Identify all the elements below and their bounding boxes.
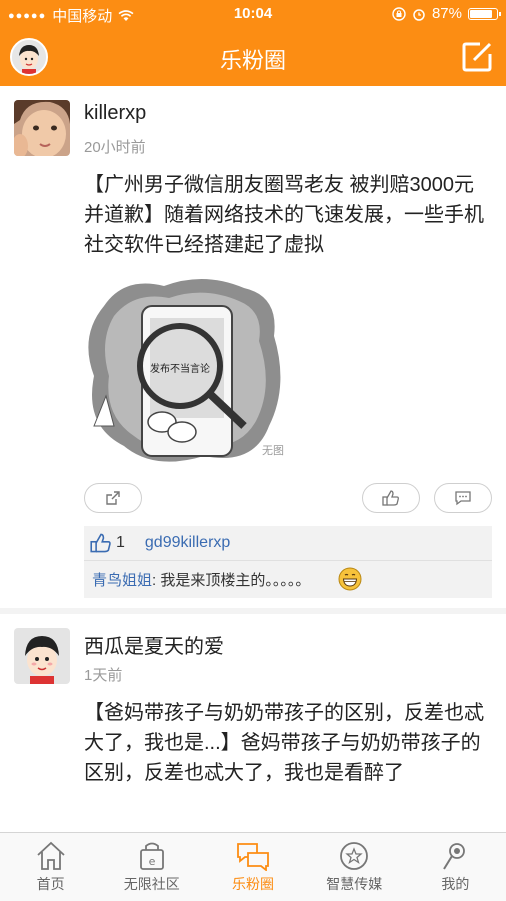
like-button[interactable] (362, 483, 420, 513)
community-icon: e (139, 842, 164, 870)
alarm-icon (413, 8, 425, 21)
profile-icon (443, 843, 466, 870)
star-circle-icon (340, 842, 369, 870)
home-icon (36, 841, 65, 870)
image-watermark: 无图 (262, 444, 284, 457)
tab-label: 乐粉圈 (232, 876, 274, 892)
comment-icon (455, 491, 471, 506)
status-bar: ●●●●● 中国移动 10:04 87% (0, 0, 506, 28)
post-timestamp: 1天前 (84, 667, 123, 684)
feed-post: killerxp 20小时前 【广州男子微信朋友圈骂老友 被判赔3000元并道歉… (0, 86, 506, 608)
compose-icon[interactable] (460, 40, 494, 74)
post-image[interactable]: 发布不当言论 无图 (84, 276, 284, 466)
post-timestamp: 20小时前 (84, 139, 146, 156)
comment-text: : 我是来顶楼主的。。。。。 (152, 571, 311, 589)
share-button[interactable] (84, 483, 142, 513)
thumbs-up-icon (382, 490, 399, 506)
tab-home[interactable]: 首页 (0, 833, 101, 901)
post-content[interactable]: 【爸妈带孩子与奶奶带孩子的区别，反差也忒大了，我也是...】爸妈带孩子与奶奶带孩… (84, 698, 494, 788)
nav-bar: 乐粉圈 (0, 28, 506, 86)
likes-row: 1 gd99killerxp (84, 526, 492, 561)
cartoon-avatar-icon (14, 628, 70, 684)
tab-label: 我的 (441, 876, 470, 892)
like-count: 1 (116, 534, 125, 551)
post-username[interactable]: 西瓜是夏天的爱 (84, 630, 224, 659)
post-username[interactable]: killerxp (84, 102, 146, 125)
comment-button[interactable] (434, 483, 492, 513)
tab-community[interactable]: e 无限社区 (101, 833, 202, 901)
feed-post: 西瓜是夏天的爱 1天前 【爸妈带孩子与奶奶带孩子的区别，反差也忒大了，我也是..… (0, 614, 506, 832)
battery-icon (468, 7, 501, 20)
grin-emoji-icon (338, 567, 362, 591)
image-caption: 发布不当言论 (150, 362, 210, 375)
tab-label: 智慧传媒 (326, 876, 383, 892)
post-author-avatar[interactable] (14, 628, 70, 684)
post-author-avatar[interactable] (14, 100, 70, 156)
comment-item: 青鸟姐姐 : 我是来顶楼主的。。。。。 (84, 561, 492, 597)
baby-photo-icon (14, 100, 70, 156)
tab-smart-media[interactable]: 智慧传媒 (304, 833, 405, 901)
feed: killerxp 20小时前 【广州男子微信朋友圈骂老友 被判赔3000元并道歉… (0, 86, 506, 832)
page-title: 乐粉圈 (219, 48, 286, 73)
tab-bar: 首页 e 无限社区 乐粉圈 智慧传媒 我的 (0, 832, 506, 901)
post-content[interactable]: 【广州男子微信朋友圈骂老友 被判赔3000元并道歉】随着网络技术的飞速发展，一些… (84, 170, 494, 260)
interactions-panel: 1 gd99killerxp 青鸟姐姐 : 我是来顶楼主的。。。。。 (84, 526, 492, 598)
tab-fan-circle[interactable]: 乐粉圈 (202, 833, 303, 901)
tab-profile[interactable]: 我的 (405, 833, 506, 901)
svg-text:e: e (148, 855, 155, 868)
liker-name[interactable]: gd99killerxp (145, 534, 230, 552)
thumbs-up-icon (90, 533, 111, 553)
chat-bubbles-icon (237, 843, 269, 871)
tab-label: 无限社区 (123, 876, 180, 892)
comment-author[interactable]: 青鸟姐姐 (92, 569, 152, 590)
rotation-lock-icon (392, 6, 406, 21)
tab-label: 首页 (36, 876, 65, 892)
battery-percent: 87% (431, 5, 462, 22)
share-icon (106, 491, 120, 505)
